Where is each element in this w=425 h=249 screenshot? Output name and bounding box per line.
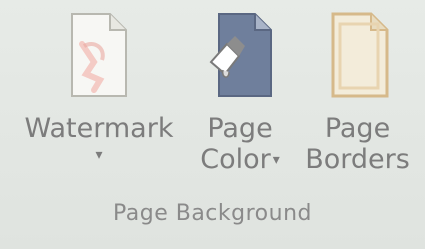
page-color-label-text: Color [200, 144, 271, 175]
group-label: Page Background [112, 201, 312, 226]
page-borders-label-line2: Borders [305, 144, 410, 175]
page-color-button[interactable]: Page Color ▾ [190, 0, 290, 176]
page-borders-button[interactable]: Page Borders [300, 0, 415, 175]
page-color-icon [209, 13, 272, 97]
page-color-label-line2: Color ▾ [190, 144, 290, 176]
page-background-group: Watermark ▾ Page Color ▾ Page Borders Pag… [0, 0, 425, 249]
watermark-dropdown-arrow[interactable]: ▾ [14, 144, 184, 166]
watermark-label: Watermark [24, 113, 174, 144]
page-color-label-line1: Page [207, 113, 273, 144]
watermark-button[interactable]: Watermark ▾ [14, 0, 184, 166]
page-color-dropdown-arrow[interactable]: ▾ [273, 152, 280, 168]
page-borders-icon [331, 12, 388, 98]
page-borders-label-line1: Page [324, 113, 391, 144]
watermark-icon [71, 13, 127, 97]
